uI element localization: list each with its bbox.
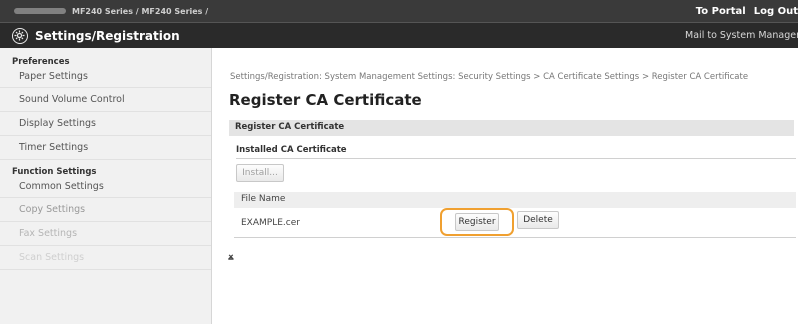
section-header: Register CA Certificate	[229, 120, 794, 136]
breadcrumb: Settings/Registration: System Management…	[230, 72, 749, 82]
register-highlight: Register	[440, 208, 514, 236]
sidebar-heading-preferences: Preferences	[12, 57, 70, 67]
divider	[236, 158, 796, 159]
title-bar: Settings/Registration Mail to System Man…	[0, 22, 798, 48]
section-title: Register CA Certificate	[235, 122, 345, 132]
installed-certificate-heading: Installed CA Certificate	[236, 145, 347, 155]
main-content: Settings/Registration: System Management…	[212, 48, 798, 324]
register-button[interactable]: Register	[455, 213, 499, 231]
device-name-blur	[14, 8, 66, 14]
sidebar-item-scan-settings[interactable]: Scan Settings	[0, 246, 211, 270]
sidebar-item-copy-settings[interactable]: Copy Settings	[0, 198, 211, 222]
sidebar: Preferences Paper Settings Sound Volume …	[0, 48, 212, 324]
mail-to-system-manager-link[interactable]: Mail to System Manager	[685, 30, 798, 41]
sidebar-item-common-settings[interactable]: Common Settings	[0, 178, 211, 198]
certificate-file-name: EXAMPLE.cer	[241, 218, 300, 228]
device-series-text: MF240 Series / MF240 Series /	[72, 6, 209, 16]
install-button[interactable]: Install...	[236, 164, 284, 182]
table-header: File Name	[234, 192, 796, 208]
sidebar-item-timer-settings[interactable]: Timer Settings	[0, 136, 211, 160]
top-bar: MF240 Series / MF240 Series / To Portal …	[0, 0, 798, 22]
sidebar-item-sound-volume-control[interactable]: Sound Volume Control	[0, 88, 211, 112]
to-top-icon[interactable]: ⨱	[228, 252, 234, 262]
sidebar-item-fax-settings[interactable]: Fax Settings	[0, 222, 211, 246]
page-header-title: Settings/Registration	[35, 29, 180, 43]
sidebar-heading-function-settings: Function Settings	[12, 167, 97, 177]
table-row: EXAMPLE.cer Register Delete	[234, 208, 796, 238]
column-header-file-name: File Name	[241, 194, 286, 204]
device-series-label: MF240 Series / MF240 Series /	[14, 5, 208, 17]
to-portal-link[interactable]: To Portal	[696, 6, 746, 17]
delete-button[interactable]: Delete	[517, 211, 559, 229]
sidebar-item-paper-settings[interactable]: Paper Settings	[0, 68, 211, 88]
settings-registration-icon	[12, 28, 28, 44]
page-title: Register CA Certificate	[229, 91, 422, 109]
log-out-link[interactable]: Log Out	[754, 6, 798, 17]
sidebar-item-display-settings[interactable]: Display Settings	[0, 112, 211, 136]
